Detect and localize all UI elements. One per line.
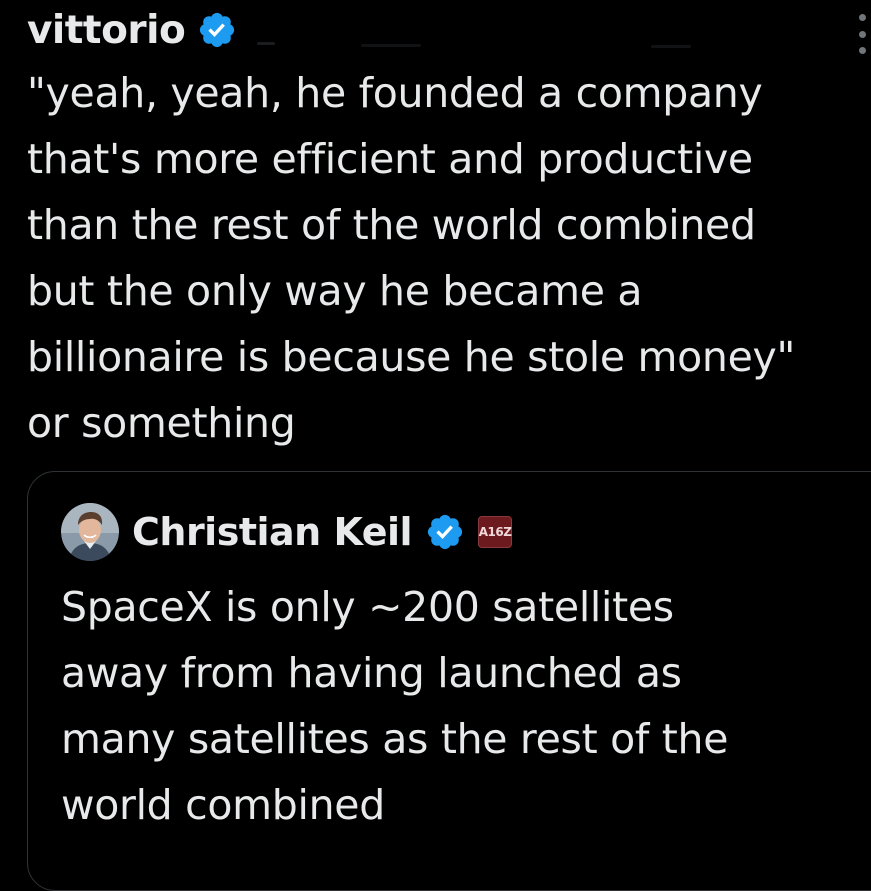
verified-badge-icon[interactable]	[425, 512, 465, 552]
tweet: vittorio "yeah, yeah, he founded a compa…	[0, 0, 871, 891]
tweet-text-line: "yeah, yeah, he founded a company	[27, 69, 763, 117]
tweet-text-line: billionaire is because he stole money"	[27, 333, 796, 381]
quoted-text-line: SpaceX is only ~200 satellites	[61, 583, 674, 631]
quoted-text-line: away from having launched as	[61, 649, 682, 697]
quoted-tweet-header: Christian Keil A16Z	[61, 502, 513, 562]
quoted-text-line: world combined	[61, 781, 385, 829]
more-options-icon[interactable]	[853, 14, 871, 54]
tweet-text: "yeah, yeah, he founded a company that's…	[27, 60, 867, 456]
tweet-text-line: than the rest of the world combined	[27, 201, 756, 249]
tweet-text-line: or something	[27, 399, 296, 447]
tweet-header: vittorio	[27, 4, 711, 56]
quoted-author-display-name[interactable]: Christian Keil	[132, 510, 413, 554]
verified-badge-icon[interactable]	[197, 10, 237, 50]
author-display-name[interactable]: vittorio	[27, 8, 186, 53]
quoted-tweet-card[interactable]: Christian Keil A16Z SpaceX is only ~200 …	[27, 471, 871, 891]
tweet-text-line: that's more efficient and productive	[27, 135, 753, 183]
handle-redacted	[251, 32, 711, 52]
quoted-text-line: many satellites as the rest of the	[61, 715, 729, 763]
avatar[interactable]	[61, 503, 119, 561]
tweet-text-line: but the only way he became a	[27, 267, 643, 315]
quoted-tweet-text: SpaceX is only ~200 satellites away from…	[61, 574, 861, 838]
affiliate-badge[interactable]: A16Z	[478, 516, 513, 548]
affiliate-badge-text: A16Z	[478, 525, 512, 539]
